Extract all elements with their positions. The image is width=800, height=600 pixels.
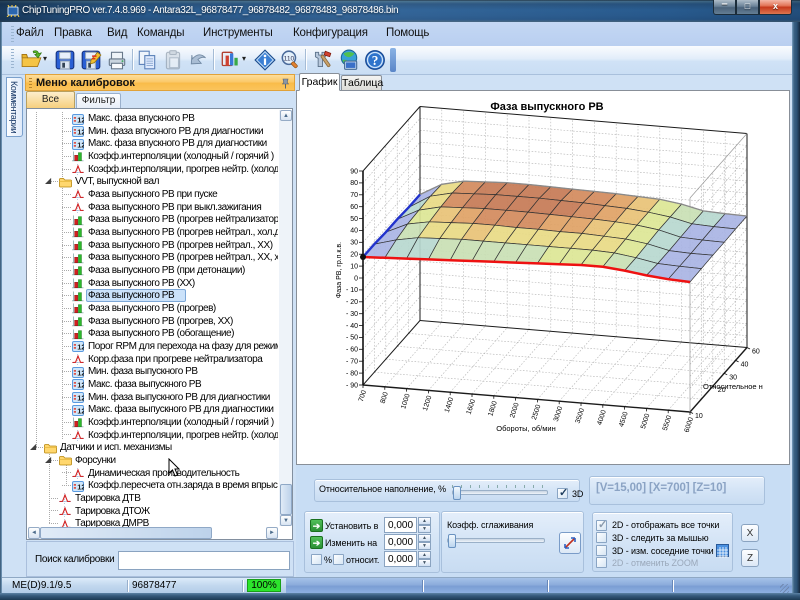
svg-text:- 70: - 70 [346, 359, 358, 366]
svg-text:40: 40 [350, 228, 358, 235]
svg-text:- 90: - 90 [346, 382, 358, 389]
svg-text:20: 20 [350, 252, 358, 259]
svg-text:5000: 5000 [640, 413, 652, 430]
svg-text:90: 90 [350, 168, 358, 175]
svg-text:2500: 2500 [531, 404, 543, 421]
svg-text:0: 0 [354, 275, 358, 282]
svg-text:5500: 5500 [662, 415, 674, 432]
svg-text:800: 800 [380, 391, 390, 404]
svg-text:4500: 4500 [618, 411, 630, 428]
svg-text:1400: 1400 [444, 397, 456, 414]
svg-text:1800: 1800 [487, 400, 499, 417]
svg-text:- 30: - 30 [346, 311, 358, 318]
svg-text:- 80: - 80 [346, 370, 358, 377]
svg-text:30: 30 [350, 240, 358, 247]
svg-text:Обороты, об/мин: Обороты, об/мин [496, 424, 556, 433]
svg-text:Относительное н: Относительное н [703, 382, 763, 391]
svg-text:3000: 3000 [553, 406, 565, 423]
svg-text:10: 10 [350, 263, 358, 270]
svg-text:6000: 6000 [684, 416, 696, 433]
svg-text:- 40: - 40 [346, 323, 358, 330]
svg-text:60: 60 [752, 349, 760, 356]
svg-text:- 50: - 50 [346, 335, 358, 342]
svg-text:Фаза выпускного РВ: Фаза выпускного РВ [490, 101, 603, 113]
svg-text:2000: 2000 [509, 402, 521, 419]
svg-text:1600: 1600 [466, 398, 478, 415]
svg-text:40: 40 [741, 361, 749, 368]
svg-text:- 60: - 60 [346, 347, 358, 354]
svg-text:50: 50 [350, 216, 358, 223]
svg-text:3500: 3500 [575, 407, 587, 424]
svg-text:80: 80 [350, 180, 358, 187]
svg-text:10: 10 [695, 413, 703, 420]
svg-text:- 20: - 20 [346, 299, 358, 306]
svg-text:1000: 1000 [400, 393, 412, 410]
svg-text:700: 700 [358, 389, 368, 402]
svg-text:60: 60 [350, 204, 358, 211]
svg-text:Фаза РВ, гр.п.к.в.: Фаза РВ, гр.п.к.в. [336, 242, 343, 298]
svg-text:1200: 1200 [422, 395, 434, 412]
svg-text:4000: 4000 [596, 409, 608, 426]
svg-text:30: 30 [729, 374, 737, 381]
svg-text:70: 70 [350, 192, 358, 199]
svg-text:- 10: - 10 [346, 287, 358, 294]
